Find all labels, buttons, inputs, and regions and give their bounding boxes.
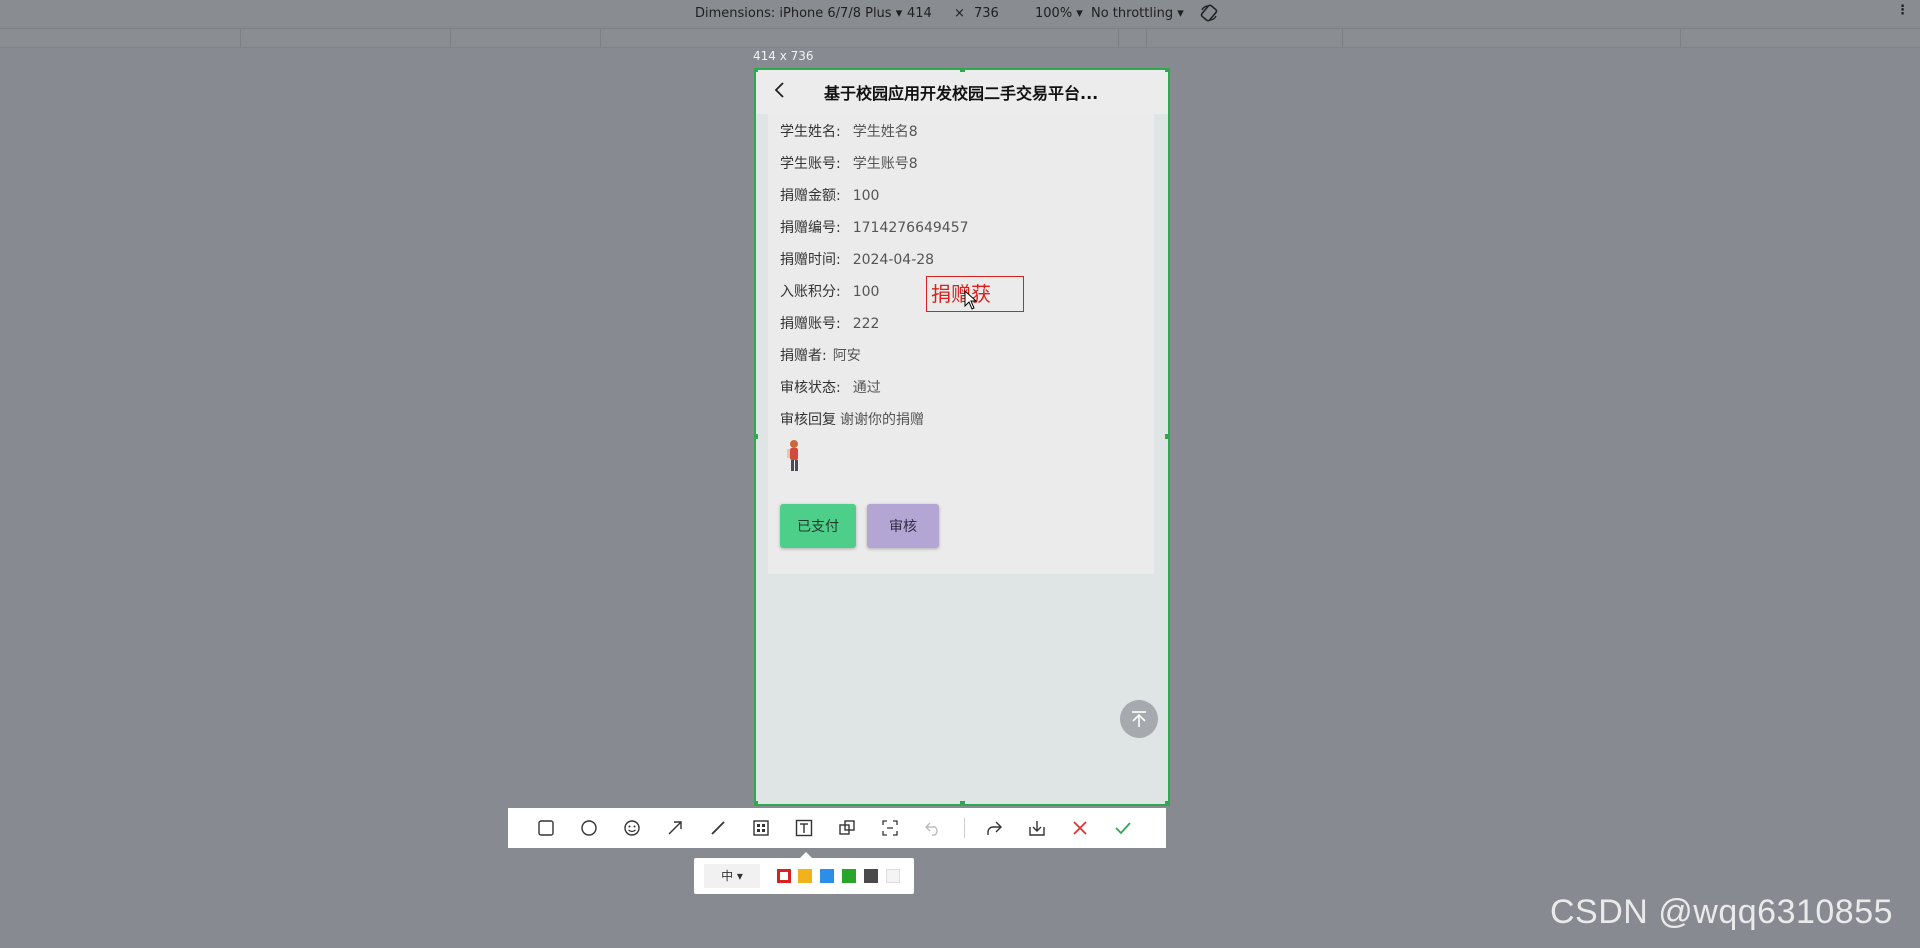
color-swatch-yellow[interactable] [798,869,812,883]
ruler-tick [240,29,241,47]
device-viewport: 基于校园应用开发校园二手交易平台... 学生姓名: 学生姓名8 学生账号: 学生账号… [754,68,1170,806]
resize-handle[interactable] [960,801,965,804]
field-row-donation-amount: 捐赠金额: 100 [780,185,879,205]
ocr-tool-icon[interactable] [880,818,900,838]
arrow-tool-icon[interactable] [665,818,685,838]
field-label: 捐赠金额: [780,188,841,204]
color-size-panel: 中 ▾ [694,852,914,894]
app-navbar: 基于校园应用开发校园二手交易平台... [756,70,1168,114]
resize-handle[interactable] [1165,70,1168,72]
field-value: 学生账号8 [852,156,918,172]
screenshot-toolbar [508,808,1166,848]
field-value: 阿安 [832,348,861,364]
ruler-tick [1146,29,1147,47]
ellipse-tool-icon[interactable] [579,818,599,838]
resize-handle[interactable] [756,801,758,804]
ruler-tick [1342,29,1343,47]
field-row-student-account: 学生账号: 学生账号8 [780,153,918,173]
mosaic-tool-icon[interactable] [751,818,771,838]
device-select[interactable]: Dimensions: iPhone 6/7/8 Plus ▾ [695,6,902,21]
zoom-label: 100% [1035,6,1073,21]
field-row-donor: 捐赠者: 阿安 [780,345,861,365]
field-row-review-status: 审核状态: 通过 [780,377,881,397]
device-select-label: Dimensions: iPhone 6/7/8 Plus [695,6,892,21]
media-query-ruler [0,29,1920,48]
width-input[interactable]: 414 [907,6,932,21]
field-value: 通过 [852,380,881,396]
emoji-tool-icon[interactable] [622,818,642,838]
paid-button[interactable]: 已支付 [780,504,856,548]
stroke-size-select[interactable]: 中 ▾ [704,864,760,888]
panel-caret [800,852,812,858]
field-label: 学生姓名: [780,124,841,140]
resize-handle[interactable] [756,434,758,439]
text-tool-icon[interactable] [794,818,814,838]
field-label: 入账积分: [780,284,841,300]
field-label: 捐赠编号: [780,220,841,236]
throttling-select[interactable]: No throttling ▾ [1091,6,1184,21]
save-download-icon[interactable] [1027,818,1047,838]
devtools-device-toolbar: Dimensions: iPhone 6/7/8 Plus ▾ 414 × 73… [0,0,1920,29]
resize-handle[interactable] [1165,434,1168,439]
color-swatch-white[interactable] [886,869,900,883]
csdn-watermark: CSDN @wqq6310855 [1550,893,1894,931]
ruler-tick [1680,29,1681,47]
page-title: 基于校园应用开发校园二手交易平台... [824,84,1099,103]
field-row-donation-account: 捐赠账号: 222 [780,313,879,333]
mouse-cursor-icon [964,289,978,310]
resize-handle[interactable] [756,70,758,72]
field-row-review-reply: 审核回复 谢谢你的捐赠 [780,409,924,429]
cancel-close-icon[interactable] [1070,818,1090,838]
field-row-student-name: 学生姓名: 学生姓名8 [780,121,918,141]
resize-handle[interactable] [960,70,965,72]
toolbar-divider [964,818,965,838]
throttling-label: No throttling [1091,6,1174,21]
field-label: 审核回复 [780,412,836,428]
color-swatch-green[interactable] [842,869,856,883]
arrow-up-icon [1132,711,1146,727]
ruler-tick [600,29,601,47]
more-options-icon[interactable]: ⋮ [1896,3,1909,18]
field-row-donation-time: 捐赠时间: 2024-04-28 [780,249,934,269]
resize-handle[interactable] [1165,801,1168,804]
share-icon[interactable] [984,818,1004,838]
field-row-donation-number: 捐赠编号: 1714276649457 [780,217,969,237]
field-row-credited-points: 入账积分: 100 [780,281,879,301]
times-sign: × [954,6,965,21]
pin-copy-tool-icon[interactable] [837,818,857,838]
rotate-icon[interactable] [1200,4,1218,26]
ruler-tick [450,29,451,47]
back-to-top-button[interactable] [1120,700,1158,738]
back-arrow-icon[interactable] [770,80,790,100]
line-tool-icon[interactable] [708,818,728,838]
height-input[interactable]: 736 [974,6,999,21]
field-label: 学生账号: [780,156,841,172]
field-value: 222 [852,316,880,332]
field-label: 审核状态: [780,380,841,396]
field-label: 捐赠账号: [780,316,841,332]
color-swatch-red[interactable] [777,869,791,883]
field-value: 100 [852,188,880,204]
field-label: 捐赠时间: [780,252,841,268]
viewport-size-label: 414 x 736 [753,49,814,63]
field-value: 2024-04-28 [852,252,935,268]
confirm-check-icon[interactable] [1113,818,1133,838]
stroke-size-label: 中 [721,869,734,883]
field-label: 捐赠者: [780,348,827,364]
zoom-select[interactable]: 100% ▾ [1035,6,1083,21]
color-swatch-blue[interactable] [820,869,834,883]
field-value: 1714276649457 [852,220,969,236]
field-value: 100 [852,284,880,300]
donation-image[interactable] [784,438,804,474]
rectangle-tool-icon[interactable] [536,818,556,838]
field-value: 学生姓名8 [852,124,918,140]
ruler-tick [1118,29,1119,47]
field-value: 谢谢你的捐赠 [840,412,924,428]
undo-icon[interactable] [923,818,943,838]
audit-button[interactable]: 审核 [867,504,939,548]
color-swatch-gray[interactable] [864,869,878,883]
